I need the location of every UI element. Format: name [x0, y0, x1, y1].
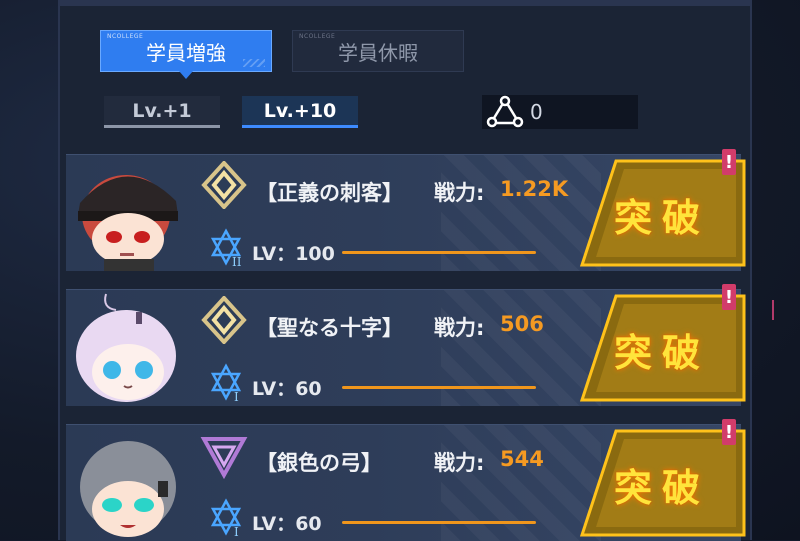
student-name: 【正義の刺客】	[256, 181, 403, 205]
power-label: 戦力:	[434, 181, 485, 205]
breakthrough-button[interactable]: 突破	[614, 457, 710, 512]
counter-value: 0	[530, 100, 543, 124]
tab-active-arrow	[179, 71, 193, 79]
breakthrough-button[interactable]: 突破	[614, 187, 710, 242]
student-card[interactable]: 【正義の刺客】 戦力: 1.22K II LV：100 突破 !	[66, 149, 746, 271]
power-value: 544	[500, 447, 544, 471]
star-tier-icon: I	[210, 498, 242, 537]
student-level: LV：60	[252, 513, 322, 535]
gold-diamond-rank-icon	[201, 296, 247, 344]
tab-stripes	[243, 59, 265, 67]
student-card[interactable]: 【聖なる十字】 戦力: 506 I LV：60 突破 !	[66, 284, 746, 406]
power-label: 戦力:	[434, 451, 485, 475]
tab-tag: NCOLLEGE	[299, 33, 336, 40]
alert-badge: !	[722, 149, 736, 175]
panel-top-cap	[58, 0, 750, 6]
level-progress-bar	[342, 251, 536, 254]
student-level: LV：100	[252, 243, 335, 265]
material-counter: 0	[482, 95, 638, 129]
level-progress-bar	[342, 386, 536, 389]
breakthrough-button[interactable]: 突破	[614, 322, 710, 377]
gold-diamond-rank-icon	[201, 161, 247, 209]
level-plus-10-button[interactable]: Lv.+10	[242, 96, 358, 128]
tab-student-vacation[interactable]: NCOLLEGE 学員休暇	[292, 30, 464, 72]
tab-student-enhance[interactable]: NCOLLEGE 学員増強	[100, 30, 272, 79]
student-avatar	[76, 293, 176, 402]
student-avatar	[78, 175, 178, 271]
student-name: 【聖なる十字】	[256, 316, 403, 340]
power-value: 1.22K	[500, 177, 569, 201]
side-marker	[772, 300, 774, 320]
star-tier-label: I	[234, 525, 239, 537]
star-tier-icon: I	[210, 363, 242, 402]
star-tier-label: I	[234, 390, 239, 402]
student-level: LV：60	[252, 378, 322, 400]
star-tier-icon: II	[210, 228, 242, 267]
purple-triangle-rank-icon	[200, 437, 248, 479]
tab-tag: NCOLLEGE	[107, 33, 144, 40]
alert-badge: !	[722, 284, 736, 310]
level-plus-1-button[interactable]: Lv.+1	[104, 96, 220, 128]
triangle-nodes-icon	[486, 95, 524, 128]
alert-badge: !	[722, 419, 736, 445]
student-avatar	[80, 441, 176, 537]
power-value: 506	[500, 312, 544, 336]
star-tier-label: II	[232, 255, 242, 267]
student-name: 【銀色の弓】	[256, 451, 382, 475]
power-label: 戦力:	[434, 316, 485, 340]
level-progress-bar	[342, 521, 536, 524]
tab-label: 学員休暇	[338, 40, 418, 65]
tab-label: 学員増強	[146, 40, 226, 65]
student-card[interactable]: 【銀色の弓】 戦力: 544 I LV：60 突破 !	[66, 419, 746, 541]
